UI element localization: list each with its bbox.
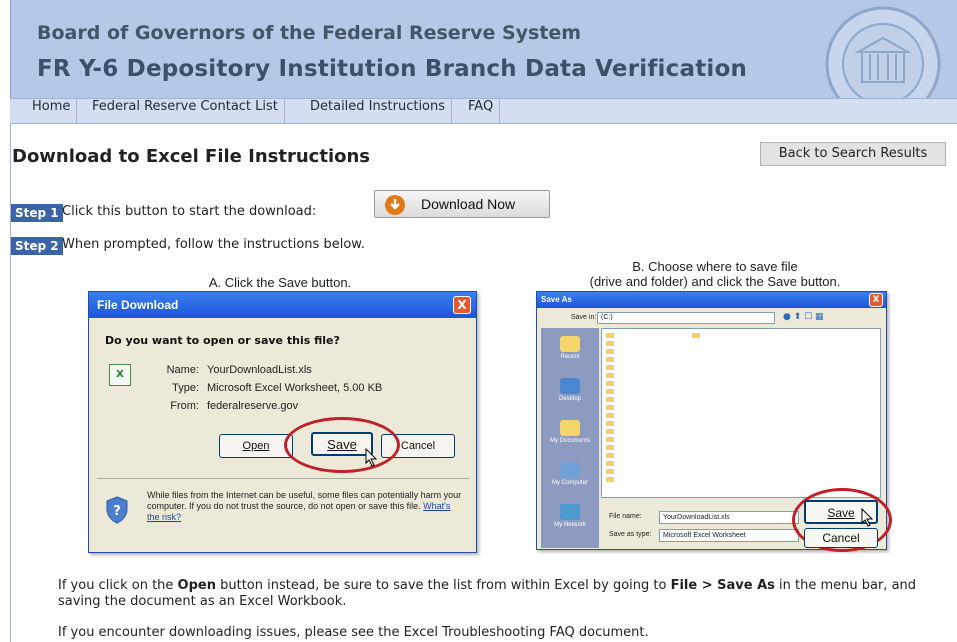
folder-item (606, 437, 616, 443)
folder-item (606, 453, 616, 459)
troubleshooting-note: If you encounter downloading issues, ple… (58, 625, 649, 640)
folder-item (606, 349, 616, 355)
nav-home[interactable]: Home (26, 99, 78, 124)
step-1-badge: Step 1 (11, 204, 63, 222)
folder-item (606, 469, 616, 475)
place-my-documents: My Documents (541, 420, 599, 444)
folder-item (606, 397, 616, 403)
file-download-title: File Download (89, 292, 476, 318)
type-value: Microsoft Excel Worksheet, 5.00 KB (207, 382, 383, 394)
security-warning: While files from the Internet can be use… (147, 490, 462, 522)
back-to-search-results-button[interactable]: Back to Search Results (760, 142, 946, 166)
folder-item (606, 477, 616, 483)
step-2-text: When prompted, follow the instructions b… (62, 237, 365, 252)
content-border (10, 124, 11, 642)
place-my-computer: My Computer (541, 462, 599, 486)
folder-list (601, 328, 881, 498)
folder-item (606, 429, 616, 435)
caption-a: A. Click the Save button. (208, 275, 352, 290)
caption-b-line2: (drive and folder) and click the Save bu… (589, 274, 841, 289)
mouse-cursor-icon (365, 448, 378, 467)
folder-item (606, 461, 616, 467)
close-icon: X (453, 296, 471, 314)
save-as-cancel-button: Cancel (804, 528, 878, 548)
folder-item (606, 421, 616, 427)
download-arrow-icon (385, 195, 405, 215)
nav-contact-list[interactable]: Federal Reserve Contact List (86, 99, 285, 124)
toolbar-icons: ● ⬆ ☐ ▦ (783, 312, 824, 322)
place-my-network: My Network (541, 504, 599, 528)
file-download-dialog-image: File Download X Do you want to open or s… (88, 291, 477, 553)
from-value: federalreserve.gov (207, 400, 299, 412)
file-name-input: YourDownloadList.xls (659, 511, 799, 524)
nav-detailed-instructions[interactable]: Detailed Instructions (304, 99, 453, 124)
site-header: Board of Governors of the Federal Reserv… (10, 0, 957, 98)
place-recent: Recent (541, 336, 599, 360)
step-2-badge: Step 2 (11, 237, 63, 255)
name-label: Name: (166, 364, 199, 376)
header-org-name: Board of Governors of the Federal Reserv… (37, 22, 582, 44)
download-question: Do you want to open or save this file? (105, 334, 340, 347)
download-now-label: Download Now (421, 196, 516, 212)
name-value: YourDownloadList.xls (207, 364, 312, 376)
folder-item (606, 405, 616, 411)
excel-file-icon: X (109, 364, 131, 386)
type-label: Type: (172, 382, 199, 394)
header-app-title: FR Y-6 Depository Institution Branch Dat… (37, 56, 748, 82)
places-bar: Recent Desktop My Documents My Computer … (541, 328, 599, 548)
save-as-type-label: Save as type: (609, 531, 652, 538)
folder-item (606, 357, 616, 363)
open-instead-note: If you click on the Open button instead,… (58, 578, 917, 609)
save-in-combo: (C:) (597, 312, 775, 324)
caption-b-line1: B. Choose where to save file (632, 259, 798, 274)
folder-item (606, 445, 616, 451)
top-navigation: Home Federal Reserve Contact List Detail… (10, 98, 957, 124)
folder-item (606, 341, 616, 347)
from-label: From: (170, 400, 199, 412)
divider (97, 478, 469, 479)
folder-item (692, 333, 702, 339)
folder-item (606, 389, 616, 395)
nav-faq[interactable]: FAQ (462, 99, 501, 124)
step-1-text: Click this button to start the download: (62, 204, 317, 219)
svg-text:?: ? (113, 504, 121, 519)
save-in-label: Save in: (571, 314, 597, 321)
folder-item (606, 373, 616, 379)
save-as-title: Save As (537, 292, 886, 308)
page-title: Download to Excel File Instructions (12, 146, 371, 167)
save-as-type-select: Microsoft Excel Worksheet (659, 529, 799, 542)
shield-question-icon: ? (106, 496, 128, 524)
folder-item (606, 413, 616, 419)
highlight-ring (284, 417, 400, 473)
file-name-label: File name: (609, 513, 642, 520)
download-now-button[interactable]: Download Now (374, 190, 550, 218)
place-desktop: Desktop (541, 378, 599, 402)
close-icon: X (869, 293, 883, 307)
open-button: Open (219, 434, 293, 458)
mouse-cursor-icon (861, 508, 874, 527)
folder-item (606, 365, 616, 371)
folder-item (606, 381, 616, 387)
folder-item (606, 333, 616, 339)
